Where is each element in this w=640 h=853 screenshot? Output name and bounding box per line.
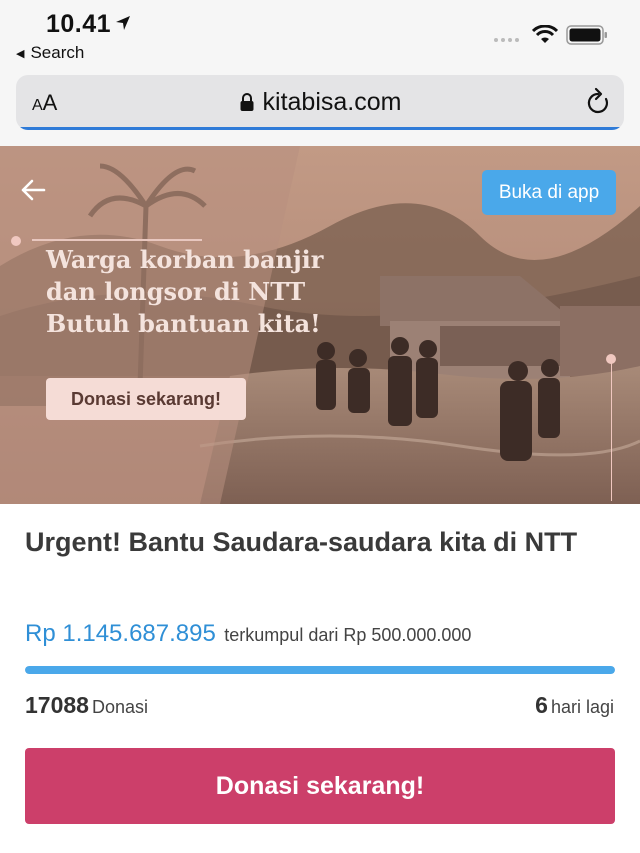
lock-icon: [240, 93, 254, 111]
decorative-line: [32, 239, 202, 241]
back-arrow-icon[interactable]: [20, 178, 46, 202]
donation-count: 17088 Donasi: [25, 692, 148, 719]
status-bar: 10.41 ◀ Search: [0, 0, 640, 70]
funding-target: terkumpul dari Rp 500.000.000: [224, 625, 472, 645]
page-load-progress: [16, 127, 624, 130]
days-remaining: 6 hari lagi: [535, 692, 614, 719]
battery-icon: [566, 25, 607, 45]
wifi-icon: [532, 25, 558, 43]
browser-toolbar: AA kitabisa.com: [0, 70, 640, 146]
back-triangle-icon: ◀: [16, 48, 25, 60]
url-field[interactable]: kitabisa.com: [16, 88, 624, 117]
address-bar[interactable]: AA kitabisa.com: [16, 75, 624, 130]
banner-headline: Warga korban banjir dan longsor di NTT B…: [46, 244, 366, 340]
funding-summary: Rp 1.145.687.895 terkumpul dari Rp 500.0…: [25, 620, 471, 648]
cellular-signal-icon: [494, 38, 519, 42]
donation-count-value: 17088: [25, 692, 89, 718]
status-time: 10.41: [46, 10, 112, 38]
banner-donate-button[interactable]: Donasi sekarang!: [46, 378, 246, 420]
open-in-app-button[interactable]: Buka di app: [482, 170, 616, 215]
banner-headline-line: dan longsor di NTT: [46, 277, 306, 306]
back-to-search-link[interactable]: ◀ Search: [16, 43, 84, 63]
donate-now-button[interactable]: Donasi sekarang!: [25, 748, 615, 824]
decorative-dot: [11, 236, 21, 246]
banner-headline-line: Warga korban banjir: [46, 245, 324, 274]
url-text: kitabisa.com: [262, 88, 402, 116]
decorative-line: [611, 361, 612, 501]
campaign-title: Urgent! Bantu Saudara-saudara kita di NT…: [25, 527, 578, 557]
campaign-banner: Buka di app Warga korban banjir dan long…: [0, 146, 640, 504]
back-search-label: Search: [30, 43, 85, 62]
days-remaining-value: 6: [535, 692, 548, 718]
funding-progress-bar: [25, 666, 615, 674]
location-arrow-icon: [116, 16, 130, 30]
amount-collected: Rp 1.145.687.895: [25, 620, 216, 647]
reload-icon[interactable]: [584, 87, 612, 117]
days-remaining-label: hari lagi: [550, 697, 614, 717]
donation-count-label: Donasi: [91, 697, 148, 717]
funding-progress-fill: [25, 666, 615, 674]
banner-headline-line: Butuh bantuan kita!: [46, 309, 321, 338]
